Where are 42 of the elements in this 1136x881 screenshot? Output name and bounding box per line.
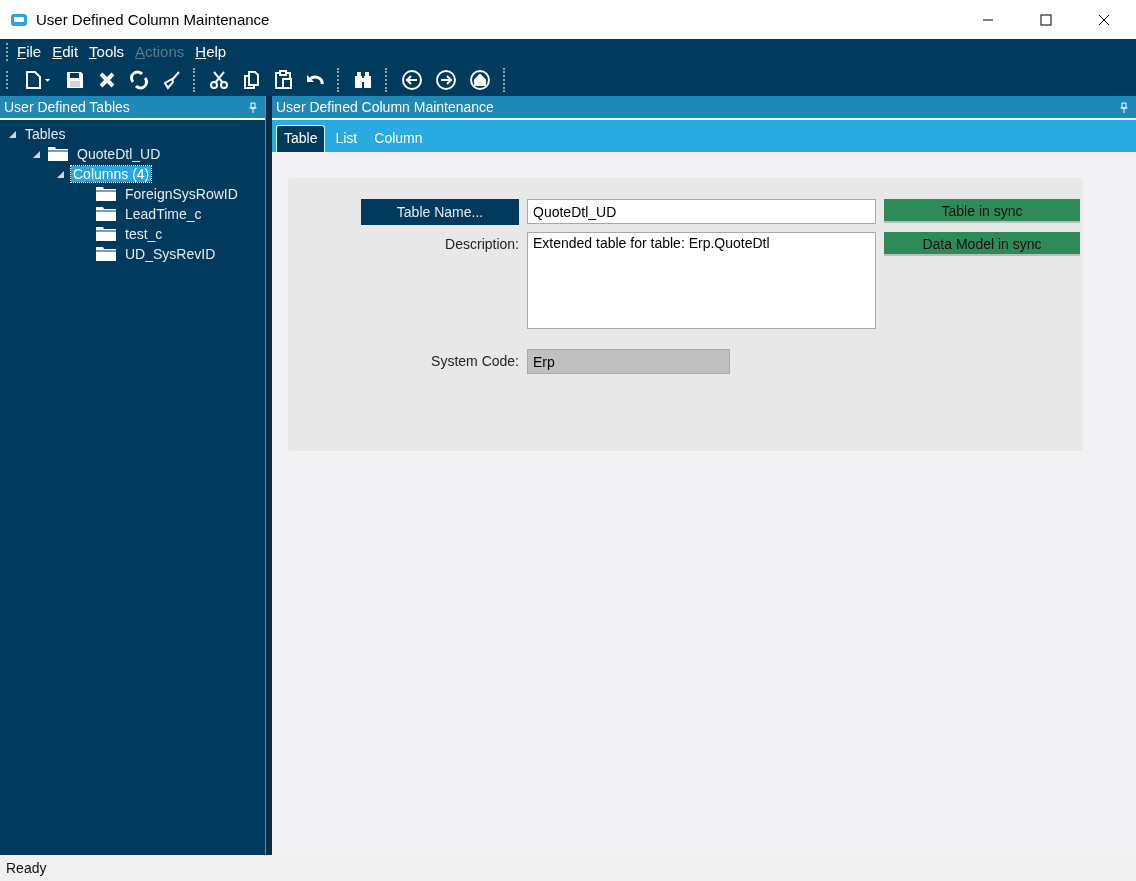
tree-item[interactable]: test_c <box>123 226 165 242</box>
paste-icon[interactable] <box>273 70 293 90</box>
table-name-field[interactable]: QuoteDtl_UD <box>527 199 876 224</box>
table-name-button[interactable]: Table Name... <box>361 199 519 225</box>
expander-icon[interactable] <box>32 149 41 159</box>
tree-item[interactable]: LeadTime_c <box>123 206 204 222</box>
panel-splitter[interactable] <box>265 96 272 855</box>
expander-icon[interactable] <box>56 169 65 179</box>
tree-item[interactable]: Tables <box>23 126 68 142</box>
save-icon[interactable] <box>65 70 85 90</box>
cut-icon[interactable] <box>209 70 229 90</box>
panel-title: User Defined Column Maintenance <box>276 99 494 115</box>
brush-icon[interactable] <box>161 70 181 90</box>
system-code-field[interactable]: Erp <box>527 349 730 374</box>
menu-item[interactable]: File <box>17 43 42 60</box>
refresh-icon[interactable] <box>129 70 149 90</box>
description-field[interactable]: Extended table for table: Erp.QuoteDtl <box>527 232 876 329</box>
binoculars-icon[interactable] <box>353 70 373 90</box>
close-icon[interactable] <box>1098 13 1110 26</box>
field-label: System Code: <box>430 352 519 369</box>
home-icon[interactable] <box>469 69 491 91</box>
tree-item[interactable]: QuoteDtl_UD <box>75 146 163 162</box>
menu-item[interactable]: Edit <box>52 43 79 60</box>
new-document-icon[interactable] <box>23 70 53 90</box>
sync-status: Table in sync <box>884 199 1080 223</box>
panel-title: User Defined Tables <box>4 99 130 115</box>
field-label: Description: <box>444 235 519 252</box>
delete-icon[interactable] <box>97 70 117 90</box>
status-text: Ready <box>6 860 47 876</box>
tree-item[interactable]: UD_SysRevID <box>123 246 218 262</box>
maximize-icon[interactable] <box>1040 13 1052 26</box>
app-icon <box>10 12 28 27</box>
pin-icon[interactable] <box>1120 101 1128 113</box>
menu-item[interactable]: Help <box>195 43 227 60</box>
tree-item[interactable]: ForeignSysRowID <box>123 186 240 202</box>
copy-icon[interactable] <box>241 70 261 90</box>
expander-icon[interactable] <box>8 129 17 139</box>
sync-status: Data Model in sync <box>884 232 1080 256</box>
pin-icon[interactable] <box>249 101 257 113</box>
window-title: User Defined Column Maintenance <box>36 11 270 28</box>
menu-item[interactable]: Tools <box>89 43 125 60</box>
tab[interactable]: Table <box>276 125 326 152</box>
